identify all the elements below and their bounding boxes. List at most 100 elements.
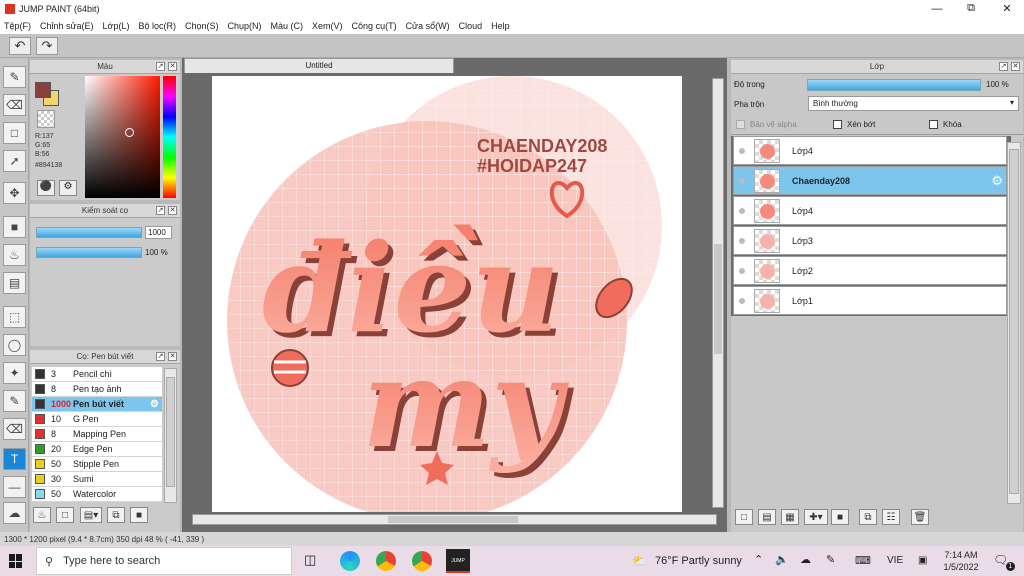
protect-alpha-checkbox[interactable]: Bảo vệ alpha	[736, 120, 797, 129]
layer-list-scrollbar[interactable]	[1007, 142, 1021, 504]
maximize-button[interactable]: ⧉	[954, 0, 988, 17]
saturation-value-picker[interactable]	[85, 76, 160, 198]
clip-checkbox[interactable]: Xén bớt	[833, 120, 875, 129]
visibility-dot-icon[interactable]	[739, 297, 745, 304]
lock-checkbox[interactable]: Khóa	[929, 120, 962, 129]
menu-item[interactable]: Chụp(N)	[228, 21, 262, 31]
task-view-icon[interactable]: ◫	[304, 552, 316, 568]
network-icon[interactable]: ☁	[800, 553, 811, 566]
menu-item[interactable]: Bộ lọc(R)	[138, 21, 176, 31]
brush-list-scrollbar[interactable]	[164, 368, 177, 503]
brush-menu-icon[interactable]: ▤▾	[80, 507, 102, 523]
panel-close-icon[interactable]: ✕	[168, 62, 177, 71]
layer-row[interactable]: Lớp4	[733, 196, 1007, 225]
text-tool-icon[interactable]: T	[3, 448, 26, 470]
monitor-icon[interactable]: ▣	[918, 555, 927, 566]
panel-close-icon[interactable]: ✕	[168, 206, 177, 215]
brush-size-slider[interactable]	[36, 227, 142, 238]
magic-wand-icon[interactable]: ✦	[3, 362, 26, 384]
menu-item[interactable]: Chọn(S)	[185, 21, 219, 31]
line-tool-icon[interactable]: ➚	[3, 150, 26, 172]
scroll-thumb[interactable]	[166, 377, 175, 487]
layer-row[interactable]: Lớp1	[733, 286, 1007, 315]
menu-item[interactable]: Help	[491, 21, 510, 31]
visibility-dot-icon[interactable]	[739, 177, 745, 184]
brush-folder-icon[interactable]: ■	[130, 507, 148, 523]
brush-list-item[interactable]: 50 Watercolor	[32, 487, 162, 502]
chrome-icon[interactable]	[376, 551, 396, 571]
layer-row[interactable]: Chaenday208 ⚙	[733, 166, 1007, 195]
rectangle-tool-icon[interactable]: □	[3, 122, 26, 144]
panel-float-icon[interactable]: ↗	[999, 62, 1008, 71]
hue-slider[interactable]	[163, 76, 176, 198]
tab-untitled[interactable]: Untitled	[184, 58, 454, 73]
undo-button[interactable]: ↶	[9, 37, 31, 55]
brush-opacity-slider[interactable]	[36, 247, 142, 258]
layer-add-menu-icon[interactable]: ✚▾	[804, 509, 828, 525]
visibility-dot-icon[interactable]	[739, 147, 745, 154]
panel-float-icon[interactable]: ↗	[156, 206, 165, 215]
new-text-layer-icon[interactable]: ▦	[781, 509, 799, 525]
canvas-vscrollbar[interactable]	[712, 78, 724, 508]
new-raster-layer-icon[interactable]: ▤	[758, 509, 776, 525]
menu-item[interactable]: Công cụ(T)	[352, 21, 397, 31]
cloud-tool-icon[interactable]: ☁	[3, 502, 26, 524]
fill-rect-tool-icon[interactable]: ■	[3, 216, 26, 238]
menu-item[interactable]: Xem(V)	[312, 21, 343, 31]
brush-list-item[interactable]: 8 Pen tạo ảnh	[32, 382, 162, 397]
panel-float-icon[interactable]: ↗	[156, 62, 165, 71]
drawing-canvas[interactable]: CHAENDAY208 #HOIDAP247 điều điều my my	[212, 76, 682, 512]
layer-folder-icon[interactable]: ■	[831, 509, 849, 525]
foreground-color-swatch[interactable]	[35, 82, 51, 98]
menu-item[interactable]: Chỉnh sửa(E)	[40, 21, 94, 31]
visibility-dot-icon[interactable]	[739, 267, 745, 274]
rect-select-icon[interactable]: ⬚	[3, 306, 26, 328]
redo-button[interactable]: ↷	[36, 37, 58, 55]
menu-item[interactable]: Cửa sổ(W)	[406, 21, 450, 31]
new-layer-icon[interactable]: □	[735, 509, 753, 525]
brush-list-item[interactable]: 20 Edge Pen	[32, 442, 162, 457]
taskbar-search-box[interactable]: ⚲ Type here to search	[36, 547, 292, 575]
palette-icon[interactable]: ⚫	[37, 180, 55, 196]
brush-list-item[interactable]: 8 Mapping Pen	[32, 427, 162, 442]
close-button[interactable]: ✕	[990, 0, 1024, 17]
delete-layer-icon[interactable]: 🗑	[911, 509, 929, 525]
lasso-select-icon[interactable]: ◯	[3, 334, 26, 356]
volume-icon[interactable]: 🔈	[775, 553, 789, 566]
menu-item[interactable]: Tệp(F)	[4, 21, 31, 31]
palette-edit-icon[interactable]: ⚙	[59, 180, 77, 196]
brush-list-item[interactable]: 30 Sumi	[32, 472, 162, 487]
layer-opacity-slider[interactable]	[807, 79, 981, 91]
brush-list-item[interactable]: 1000 Pen bút viết ⚙	[32, 397, 162, 412]
select-pen-icon[interactable]: ✎	[3, 390, 26, 412]
visibility-dot-icon[interactable]	[739, 207, 745, 214]
brush-new-icon[interactable]: □	[56, 507, 74, 523]
menu-item[interactable]: Lớp(L)	[103, 21, 130, 31]
windows-start-icon[interactable]	[9, 554, 23, 568]
keyboard-icon[interactable]: ⌨	[855, 554, 871, 567]
weather-text[interactable]: 76°F Partly sunny	[655, 555, 742, 567]
visibility-dot-icon[interactable]	[739, 237, 745, 244]
blend-mode-select[interactable]: Bình thường ▾	[808, 96, 1019, 111]
panel-float-icon[interactable]: ↗	[156, 352, 165, 361]
gear-icon[interactable]: ⚙	[150, 399, 159, 410]
edge-browser-icon[interactable]	[340, 551, 360, 571]
pen-icon[interactable]: ✎	[826, 553, 835, 566]
canvas-hscrollbar[interactable]	[192, 514, 717, 525]
brush-list-item[interactable]: 10 G Pen	[32, 412, 162, 427]
bucket-tool-icon[interactable]: ♨	[3, 244, 26, 266]
minimize-button[interactable]: —	[920, 0, 954, 17]
menu-item[interactable]: Cloud	[459, 21, 483, 31]
duplicate-layer-icon[interactable]: ⧉	[859, 509, 877, 525]
language-indicator[interactable]: VIE	[887, 555, 903, 566]
layer-row[interactable]: Lớp3	[733, 226, 1007, 255]
scroll-thumb[interactable]	[388, 516, 518, 523]
clock[interactable]: 7:14 AM 1/5/2022	[940, 549, 982, 573]
chrome-icon[interactable]	[412, 551, 432, 571]
scroll-thumb[interactable]	[1009, 149, 1019, 494]
panel-close-icon[interactable]: ✕	[1011, 62, 1020, 71]
tray-chevron-icon[interactable]: ⌃	[754, 553, 763, 566]
brush-copy-icon[interactable]: ⧉	[107, 507, 125, 523]
panel-close-icon[interactable]: ✕	[168, 352, 177, 361]
eraser-tool-icon[interactable]: ⌫	[3, 94, 26, 116]
